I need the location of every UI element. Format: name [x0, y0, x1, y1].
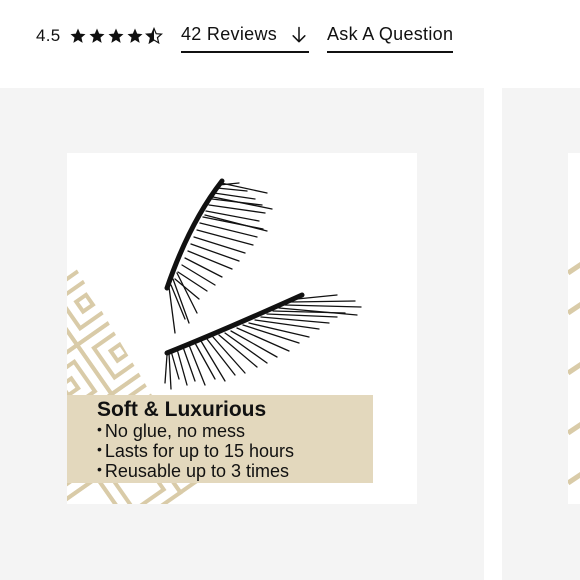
star-rating — [69, 27, 164, 45]
rating-summary: 4.5 — [36, 22, 164, 50]
ask-question-link[interactable]: Ask A Question — [327, 24, 454, 53]
caption-bullet: • Lasts for up to 15 hours — [97, 441, 295, 461]
caption-bullet: • Reusable up to 3 times — [97, 461, 290, 481]
geometric-pattern — [568, 261, 580, 486]
caption-bullet: • No glue, no mess — [97, 421, 245, 441]
star-icon — [108, 28, 124, 43]
product-image[interactable]: Soft & Luxurious • No glue, no mess • Last… — [67, 153, 417, 504]
rating-value: 4.5 — [36, 26, 61, 45]
star-icon — [127, 28, 143, 43]
half-star-icon — [144, 27, 163, 45]
caption-title: Soft & Luxurious — [97, 398, 267, 421]
star-icon — [70, 28, 86, 43]
product-review-section: 4.5 42 Reviews Ask A Question Soft & Lux… — [0, 0, 580, 580]
arrow-down-icon — [292, 26, 306, 42]
reviews-link[interactable]: 42 Reviews — [181, 24, 310, 53]
reviews-link-label: 42 Reviews — [181, 24, 278, 44]
next-product-image[interactable] — [568, 153, 580, 504]
star-icon — [89, 28, 105, 43]
